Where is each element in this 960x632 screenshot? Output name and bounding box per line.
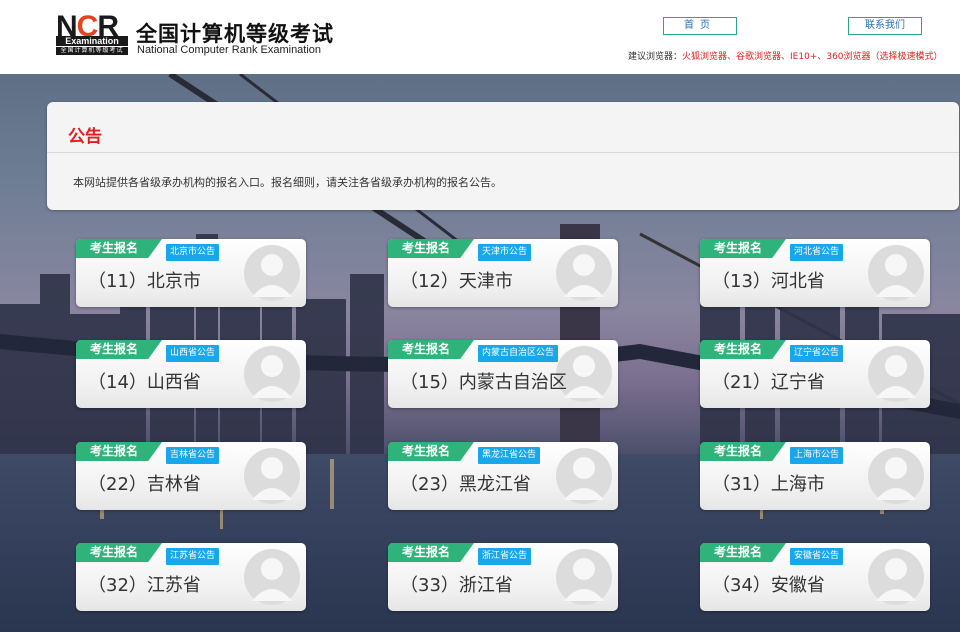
register-tag: 考生报名 (388, 239, 474, 258)
ncre-logo[interactable]: NCR Examination 全国计算机等级考试 (56, 10, 128, 56)
register-tag: 考生报名 (700, 239, 786, 258)
announcement-badge[interactable]: 浙江省公告 (478, 548, 532, 565)
logo-word: Examination (56, 36, 128, 46)
browser-tip-prefix: 建议浏览器： (628, 52, 683, 62)
province-name[interactable]: （32）江苏省 (88, 571, 201, 597)
register-tag: 考生报名 (76, 442, 162, 461)
avatar-placeholder-icon (556, 243, 612, 303)
announcement-badge[interactable]: 天津市公告 (478, 244, 532, 261)
avatar-placeholder-icon (556, 446, 612, 506)
avatar-placeholder-icon (868, 243, 924, 303)
browser-tip-list: 火狐浏览器、谷歌浏览器、IE10+、360浏览器（选择极速模式） (682, 52, 943, 62)
province-name[interactable]: （23）黑龙江省 (400, 470, 531, 496)
province-name[interactable]: （11）北京市 (88, 267, 201, 293)
announcement-badge[interactable]: 内蒙古自治区公告 (478, 345, 559, 362)
province-card[interactable]: 考生报名 黑龙江省公告 （23）黑龙江省 (388, 442, 618, 510)
register-tag: 考生报名 (700, 543, 786, 562)
province-card[interactable]: 考生报名 上海市公告 （31）上海市 (700, 442, 930, 510)
announcement-badge[interactable]: 辽宁省公告 (790, 345, 844, 362)
avatar-placeholder-icon (244, 446, 300, 506)
province-card[interactable]: 考生报名 辽宁省公告 （21）辽宁省 (700, 340, 930, 408)
register-tag: 考生报名 (700, 442, 786, 461)
province-card[interactable]: 考生报名 天津市公告 （12）天津市 (388, 239, 618, 307)
avatar-placeholder-icon (244, 344, 300, 404)
avatar-placeholder-icon (244, 243, 300, 303)
announcement-badge[interactable]: 北京市公告 (166, 244, 220, 261)
province-card[interactable]: 考生报名 北京市公告 （11）北京市 (76, 239, 306, 307)
register-tag: 考生报名 (76, 340, 162, 359)
announcement-badge[interactable]: 上海市公告 (790, 447, 844, 464)
province-card[interactable]: 考生报名 安徽省公告 （34）安徽省 (700, 543, 930, 611)
home-button[interactable]: 首页 (663, 17, 737, 35)
register-tag: 考生报名 (388, 442, 474, 461)
province-name[interactable]: （15）内蒙古自治区 (400, 368, 567, 394)
province-card[interactable]: 考生报名 浙江省公告 （33）浙江省 (388, 543, 618, 611)
announcement-badge[interactable]: 黑龙江省公告 (478, 447, 541, 464)
notice-title: 公告 (68, 127, 102, 147)
province-card[interactable]: 考生报名 河北省公告 （13）河北省 (700, 239, 930, 307)
notice-panel: 公告 本网站提供各省级承办机构的报名入口。报名细则，请关注各省级承办机构的报名公… (47, 102, 959, 210)
announcement-badge[interactable]: 山西省公告 (166, 345, 220, 362)
register-tag: 考生报名 (388, 340, 474, 359)
announcement-badge[interactable]: 河北省公告 (790, 244, 844, 261)
province-card[interactable]: 考生报名 江苏省公告 （32）江苏省 (76, 543, 306, 611)
avatar-placeholder-icon (244, 547, 300, 607)
province-name[interactable]: （22）吉林省 (88, 470, 201, 496)
province-name[interactable]: （31）上海市 (712, 470, 825, 496)
notice-divider (47, 152, 959, 153)
province-name[interactable]: （33）浙江省 (400, 571, 513, 597)
browser-tip: 建议浏览器：火狐浏览器、谷歌浏览器、IE10+、360浏览器（选择极速模式） (628, 49, 943, 62)
province-card[interactable]: 考生报名 内蒙古自治区公告 （15）内蒙古自治区 (388, 340, 618, 408)
avatar-placeholder-icon (556, 547, 612, 607)
province-name[interactable]: （14）山西省 (88, 368, 201, 394)
province-name[interactable]: （21）辽宁省 (712, 368, 825, 394)
province-name[interactable]: （12）天津市 (400, 267, 513, 293)
avatar-placeholder-icon (868, 344, 924, 404)
avatar-placeholder-icon (868, 547, 924, 607)
announcement-badge[interactable]: 吉林省公告 (166, 447, 220, 464)
register-tag: 考生报名 (700, 340, 786, 359)
site-subtitle: National Computer Rank Examination (137, 44, 322, 56)
register-tag: 考生报名 (76, 239, 162, 258)
province-name[interactable]: （34）安徽省 (712, 571, 825, 597)
province-card[interactable]: 考生报名 吉林省公告 （22）吉林省 (76, 442, 306, 510)
province-name[interactable]: （13）河北省 (712, 267, 825, 293)
announcement-badge[interactable]: 江苏省公告 (166, 548, 220, 565)
notice-text: 本网站提供各省级承办机构的报名入口。报名细则，请关注各省级承办机构的报名公告。 (73, 176, 502, 189)
province-card[interactable]: 考生报名 山西省公告 （14）山西省 (76, 340, 306, 408)
announcement-badge[interactable]: 安徽省公告 (790, 548, 844, 565)
site-header: NCR Examination 全国计算机等级考试 全国计算机等级考试 Nati… (0, 0, 960, 74)
logo-sub: 全国计算机等级考试 (56, 47, 128, 55)
register-tag: 考生报名 (388, 543, 474, 562)
contact-button[interactable]: 联系我们 (848, 17, 922, 35)
avatar-placeholder-icon (868, 446, 924, 506)
register-tag: 考生报名 (76, 543, 162, 562)
